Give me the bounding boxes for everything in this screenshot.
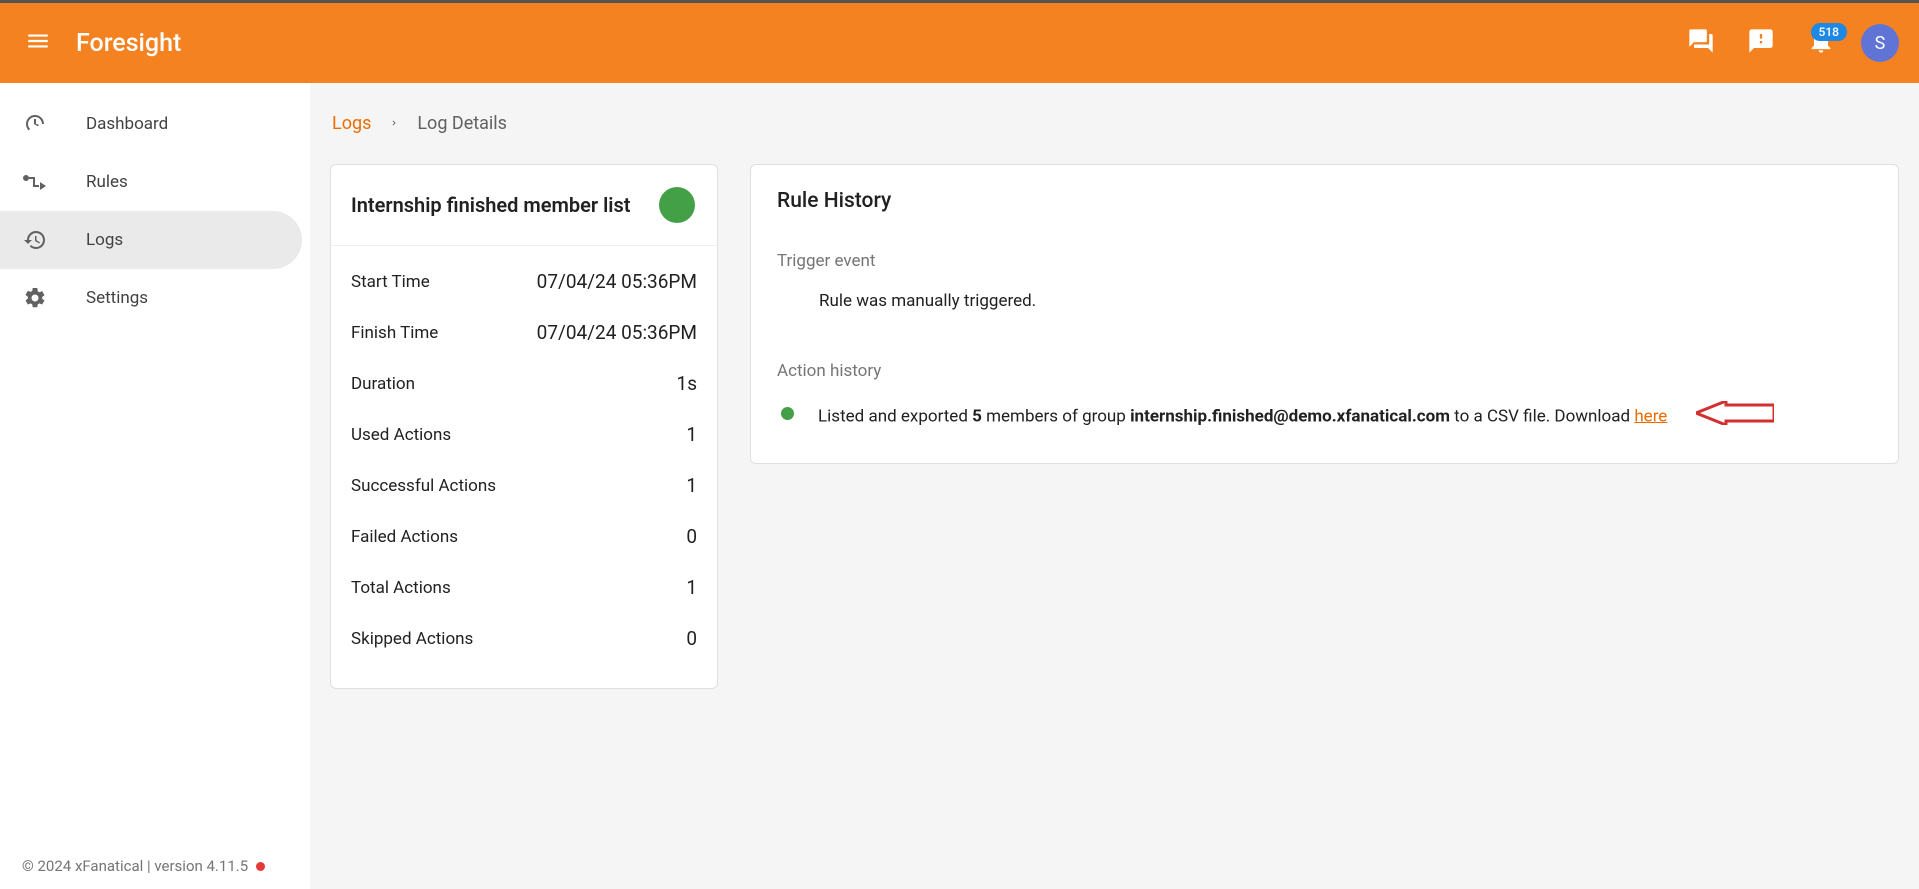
brand-title: Foresight: [76, 29, 181, 58]
chevron-right-icon: [389, 116, 399, 132]
stat-label: Failed Actions: [351, 527, 458, 547]
menu-button[interactable]: [14, 19, 62, 67]
stat-failed: Failed Actions 0: [351, 511, 697, 562]
stat-value: 0: [686, 525, 697, 548]
stat-value: 1s: [677, 372, 697, 395]
sidebar-item-logs[interactable]: Logs: [0, 211, 302, 269]
stat-label: Successful Actions: [351, 476, 496, 496]
history-icon: [22, 227, 48, 253]
download-link[interactable]: here: [1634, 406, 1667, 426]
appbar: Foresight 518 S: [0, 3, 1919, 83]
avatar[interactable]: S: [1861, 24, 1899, 62]
hamburger-icon: [25, 28, 51, 58]
stat-value: 1: [686, 474, 697, 497]
sidebar-footer: © 2024 xFanatical | version 4.11.5: [0, 857, 310, 889]
flow-icon: [22, 169, 48, 195]
announcement-icon: [1747, 27, 1775, 59]
stat-value: 07/04/24 05:36PM: [537, 321, 697, 344]
stat-label: Total Actions: [351, 578, 451, 598]
sidebar-item-settings[interactable]: Settings: [0, 269, 302, 327]
sidebar-item-dashboard[interactable]: Dashboard: [0, 95, 302, 153]
footer-text: © 2024 xFanatical | version 4.11.5: [22, 857, 248, 875]
sidebar: Dashboard Rules Logs Settings © 2024 xFa…: [0, 83, 310, 889]
stat-start-time: Start Time 07/04/24 05:36PM: [351, 256, 697, 307]
stat-value: 0: [686, 627, 697, 650]
sidebar-item-label: Logs: [86, 230, 123, 250]
breadcrumb: Logs Log Details: [332, 113, 1899, 134]
history-card: Rule History Trigger event Rule was manu…: [750, 164, 1899, 464]
notifications-button[interactable]: 518: [1797, 19, 1845, 67]
notification-badge: 518: [1811, 23, 1847, 41]
stat-duration: Duration 1s: [351, 358, 697, 409]
stat-total: Total Actions 1: [351, 562, 697, 613]
gear-icon: [22, 285, 48, 311]
messages-button[interactable]: [1677, 19, 1725, 67]
summary-title: Internship finished member list: [351, 193, 630, 217]
sidebar-item-label: Rules: [86, 172, 128, 192]
stat-skipped: Skipped Actions 0: [351, 613, 697, 664]
sidebar-item-rules[interactable]: Rules: [0, 153, 302, 211]
status-success-icon: [659, 187, 695, 223]
chat-icon: [1687, 27, 1715, 59]
summary-card: Internship finished member list Start Ti…: [330, 164, 718, 689]
sidebar-item-label: Settings: [86, 288, 148, 308]
stat-label: Used Actions: [351, 425, 451, 445]
history-title: Rule History: [777, 189, 1872, 213]
summary-header: Internship finished member list: [331, 165, 717, 246]
stat-used: Used Actions 1: [351, 409, 697, 460]
trigger-event-text: Rule was manually triggered.: [819, 291, 1872, 311]
stat-successful: Successful Actions 1: [351, 460, 697, 511]
stat-finish-time: Finish Time 07/04/24 05:36PM: [351, 307, 697, 358]
gauge-icon: [22, 111, 48, 137]
stat-value: 1: [686, 576, 697, 599]
sidebar-item-label: Dashboard: [86, 114, 168, 134]
stat-label: Start Time: [351, 272, 430, 292]
stat-value: 07/04/24 05:36PM: [537, 270, 697, 293]
feedback-button[interactable]: [1737, 19, 1785, 67]
arrow-annotation-icon: [1696, 401, 1774, 433]
action-history-label: Action history: [777, 361, 1872, 381]
breadcrumb-current: Log Details: [417, 113, 507, 134]
action-history-item: Listed and exported 5 members of group i…: [777, 401, 1872, 433]
breadcrumb-logs-link[interactable]: Logs: [332, 113, 371, 134]
success-dot-icon: [781, 407, 794, 420]
stat-label: Skipped Actions: [351, 629, 473, 649]
main-content: Logs Log Details Internship finished mem…: [310, 83, 1919, 889]
action-history-text: Listed and exported 5 members of group i…: [818, 401, 1872, 433]
stat-label: Finish Time: [351, 323, 438, 343]
stat-label: Duration: [351, 374, 415, 394]
stat-value: 1: [686, 423, 697, 446]
trigger-event-label: Trigger event: [777, 251, 1872, 271]
status-dot-icon: [256, 862, 265, 871]
